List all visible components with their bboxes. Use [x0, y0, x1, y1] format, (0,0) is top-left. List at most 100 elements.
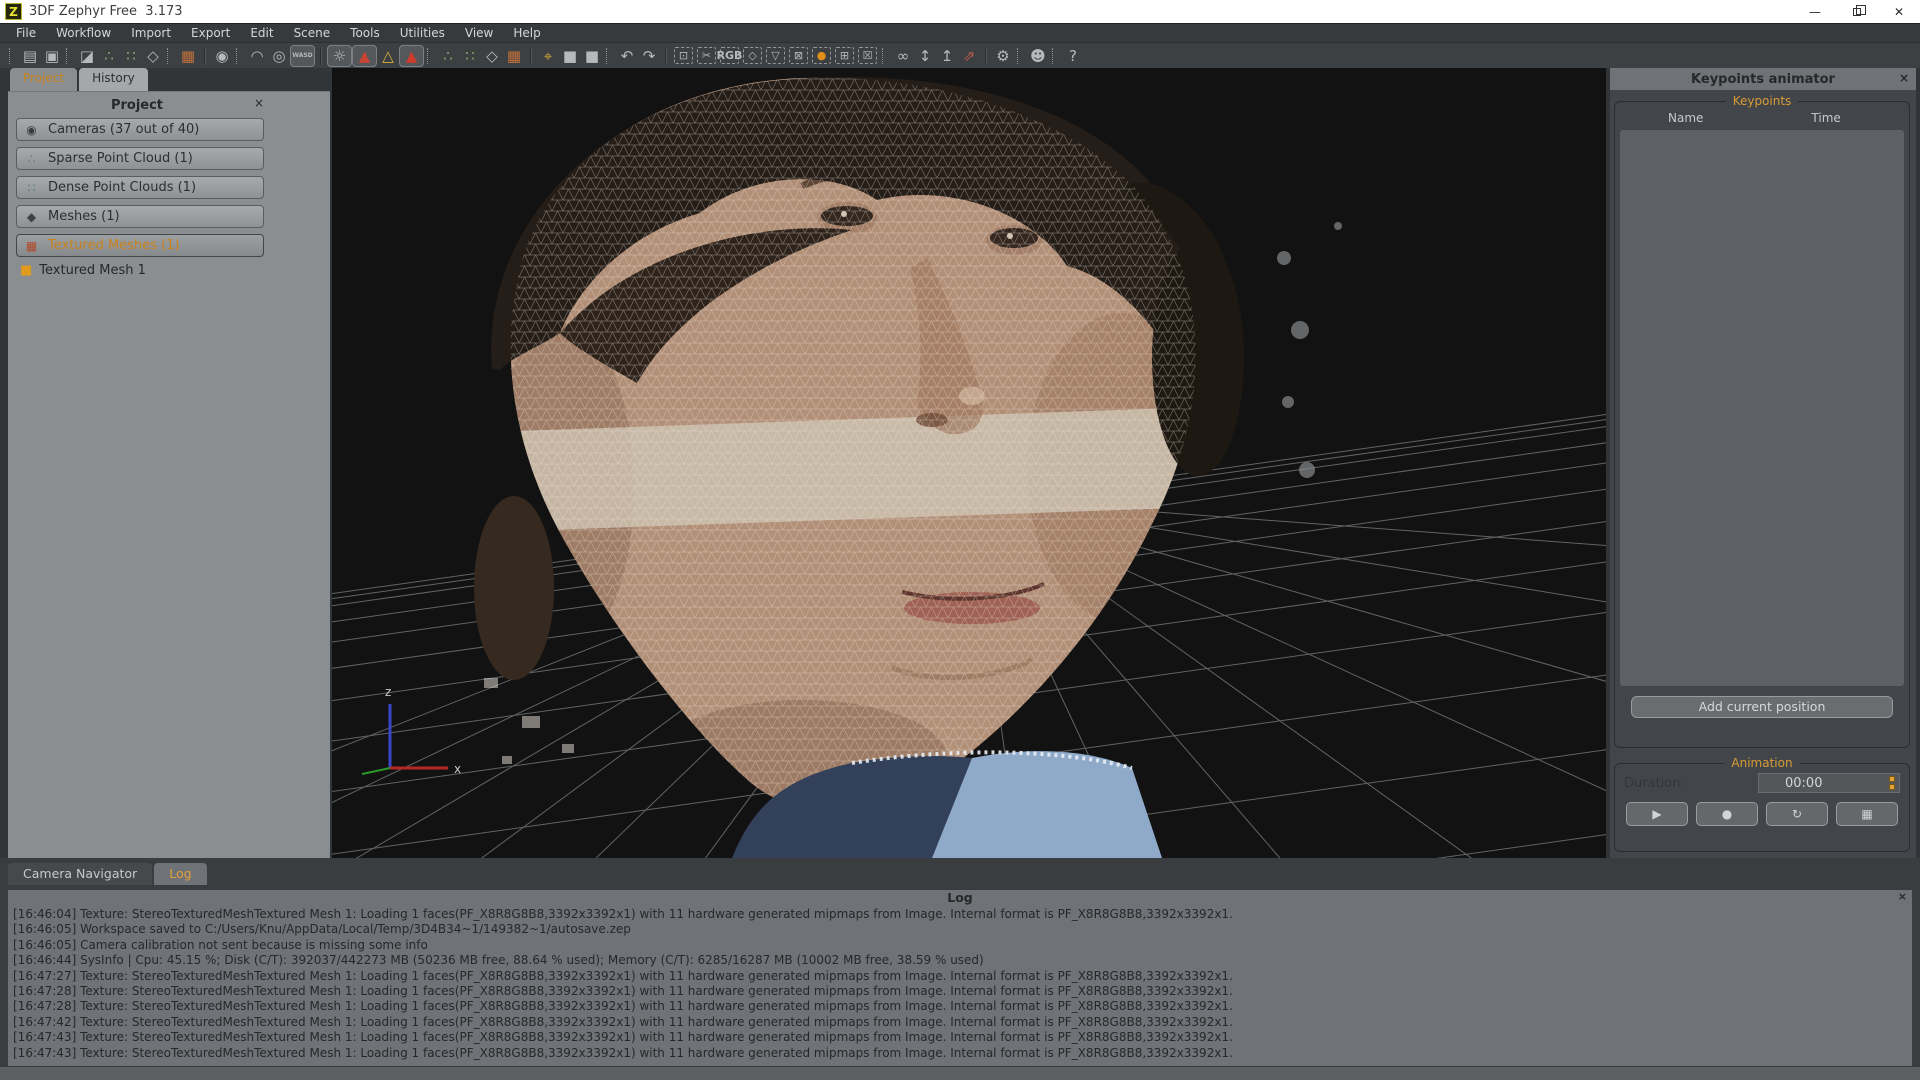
undo-button[interactable]: ↶	[616, 46, 638, 66]
log-line: [16:47:43] Texture: StereoTexturedMeshTe…	[13, 1046, 1907, 1061]
toolbar-divider	[985, 47, 987, 65]
left-panel-tabs: ProjectHistory	[8, 68, 330, 91]
masquerade-button[interactable]: ☻	[1027, 46, 1049, 66]
minimize-button[interactable]: —	[1794, 0, 1836, 23]
menu-utilities[interactable]: Utilities	[390, 24, 455, 42]
lasso-tool-button[interactable]: ∞	[892, 46, 914, 66]
animation-legend: Animation	[1724, 756, 1799, 770]
log-line: [16:47:42] Texture: StereoTexturedMeshTe…	[13, 1015, 1907, 1030]
project-button-label: Meshes (1)	[48, 209, 120, 224]
keypoints-animator-close-icon[interactable]: ×	[1899, 71, 1909, 85]
tab-log[interactable]: Log	[154, 863, 206, 885]
select-triangle-button[interactable]: ▽	[766, 47, 785, 64]
cameras-button[interactable]: ◉ Cameras (37 out of 40)	[16, 118, 264, 141]
select-quad-button[interactable]: ◇	[743, 47, 762, 64]
rgb-filter-button[interactable]: RGB	[720, 47, 739, 64]
keypoints-animator-panel: Keypoints animator × Keypoints Name Time…	[1610, 68, 1916, 858]
close-button[interactable]: ✕	[1878, 0, 1920, 23]
menu-view[interactable]: View	[455, 24, 503, 42]
wasd-mode-button[interactable]: WASD	[290, 45, 315, 67]
add-current-position-button[interactable]: Add current position	[1631, 696, 1892, 718]
menu-file[interactable]: File	[6, 24, 46, 42]
gizmo-tool-button[interactable]: ⇗	[958, 46, 980, 66]
show-mesh-button[interactable]: ◇	[481, 46, 503, 66]
select-rectangle-button[interactable]: ⊡	[674, 47, 693, 64]
toolbar-handle	[1052, 48, 1059, 64]
project-panel-close-icon[interactable]: ×	[254, 96, 264, 110]
sphere-selection-button[interactable]: ●	[812, 47, 831, 64]
textured-mesh-generation-button[interactable]: ▦	[177, 46, 199, 66]
loop-button[interactable]: ↻	[1766, 802, 1828, 826]
animation-buttons: ▶ ● ↻ ▦	[1620, 793, 1904, 826]
shaded-view-button[interactable]: ▲	[352, 45, 377, 67]
log-scrollbar-track[interactable]	[0, 1067, 1920, 1080]
show-sparse-cloud-button[interactable]: ∴	[437, 46, 459, 66]
new-project-button[interactable]: ◪	[76, 46, 98, 66]
select-cut-button[interactable]: ✂	[697, 47, 716, 64]
textured-view-button[interactable]: ▲	[399, 45, 424, 67]
viewport-settings-button[interactable]: ■	[581, 46, 603, 66]
play-button[interactable]: ▶	[1626, 802, 1688, 826]
show-textured-mesh-button[interactable]: ▦	[503, 46, 525, 66]
duration-spinner[interactable]	[1886, 775, 1898, 791]
delete-selection-button[interactable]: ☒	[858, 47, 877, 64]
project-panel-header: Project ×	[8, 92, 266, 118]
mesh-cut-button[interactable]: ⊠	[789, 47, 808, 64]
snapshot-button[interactable]: ■	[559, 46, 581, 66]
sparse-cloud-generation-button[interactable]: ∴	[98, 46, 120, 66]
menu-import[interactable]: Import	[121, 24, 181, 42]
redo-button[interactable]: ↷	[638, 46, 660, 66]
keypoints-list[interactable]	[1620, 130, 1904, 686]
open-workspace-button[interactable]: ▤	[19, 46, 41, 66]
menu-export[interactable]: Export	[181, 24, 240, 42]
log-line: [16:47:27] Texture: StereoTexturedMeshTe…	[13, 969, 1907, 984]
project-button-icon: ∷	[24, 181, 39, 195]
app-logo-icon: Z	[5, 3, 22, 20]
menu-scene[interactable]: Scene	[284, 24, 341, 42]
meshes-button[interactable]: ◆ Meshes (1)	[16, 205, 264, 228]
wireframe-view-button[interactable]: △	[377, 46, 399, 66]
duration-input[interactable]: 00:00	[1758, 773, 1900, 793]
menu-help[interactable]: Help	[503, 24, 550, 42]
export-video-button[interactable]: ▦	[1836, 802, 1898, 826]
record-button[interactable]: ●	[1696, 802, 1758, 826]
menu-workflow[interactable]: Workflow	[46, 24, 121, 42]
frame-view-button[interactable]: ⌖	[537, 46, 559, 66]
tab-project[interactable]: Project	[10, 68, 77, 91]
lighting-button[interactable]: ☼	[327, 45, 352, 67]
plane-tool-button[interactable]: ↥	[936, 46, 958, 66]
textured-meshes-button[interactable]: ▦ Textured Meshes (1)	[16, 234, 264, 257]
measure-tool-button[interactable]: ↕	[914, 46, 936, 66]
toolbar-divider	[665, 47, 667, 65]
toolbar-handle	[9, 48, 16, 64]
duration-row: Duration: 00:00	[1620, 770, 1904, 793]
tree-item-label: Textured Mesh 1	[39, 263, 146, 278]
toolbar-handle	[882, 48, 889, 64]
mesh-extraction-button[interactable]: ◇	[142, 46, 164, 66]
save-workspace-button[interactable]: ▣	[41, 46, 63, 66]
menu-edit[interactable]: Edit	[240, 24, 283, 42]
restore-icon	[1853, 8, 1861, 16]
log-panel-close-icon[interactable]: ×	[1898, 890, 1907, 903]
project-button-label: Dense Point Clouds (1)	[48, 180, 196, 195]
show-dense-cloud-button[interactable]: ∷	[459, 46, 481, 66]
project-button-label: Sparse Point Cloud (1)	[48, 151, 193, 166]
viewport-3d[interactable]: z x	[332, 68, 1606, 858]
tab-camera-navigator[interactable]: Camera Navigator	[8, 863, 152, 885]
sparse-point-cloud-button[interactable]: ∴ Sparse Point Cloud (1)	[16, 147, 264, 170]
textured-mesh-item[interactable]: ■ Textured Mesh 1	[20, 263, 330, 278]
dense-cloud-generation-button[interactable]: ∷	[120, 46, 142, 66]
menu-tools[interactable]: Tools	[340, 24, 390, 42]
camera-view-button[interactable]: ◉	[211, 46, 233, 66]
duplicate-selection-button[interactable]: ⊞	[835, 47, 854, 64]
log-line: [16:46:44] SysInfo | Cpu: 45.15 %; Disk …	[13, 953, 1907, 968]
restore-button[interactable]	[1836, 0, 1878, 23]
orbit-center-button[interactable]: ◎	[268, 46, 290, 66]
help-button[interactable]: ?	[1062, 46, 1084, 66]
toolbar-handle	[606, 48, 613, 64]
dense-point-clouds-button[interactable]: ∷ Dense Point Clouds (1)	[16, 176, 264, 199]
settings-wrench-button[interactable]: ⚙	[992, 46, 1014, 66]
tab-history[interactable]: History	[79, 68, 148, 91]
main-toolbar: ▤▣◪∴∷◇▦◉◠◎WASD☼▲△▲∴∷◇▦⌖■■↶↷⊡✂RGB◇▽⊠●⊞☒∞↕…	[0, 43, 1920, 68]
rotate-view-button[interactable]: ◠	[246, 46, 268, 66]
